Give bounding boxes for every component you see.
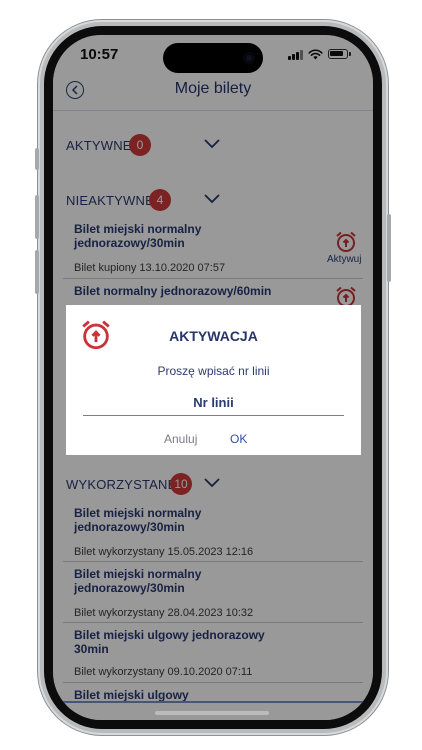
dialog-title: AKTYWACJA	[169, 328, 258, 344]
phone-volume-up-button	[35, 195, 39, 239]
phone-volume-down-button	[35, 250, 39, 294]
home-indicator[interactable]	[155, 711, 269, 715]
activation-dialog: AKTYWACJA Proszę wpisać nr linii Anuluj …	[66, 305, 361, 455]
ok-button[interactable]: OK	[230, 432, 247, 446]
tickets-screen: 10:57 Moje bilety AKTYWNE 0 NIEAKTYWNE 4	[53, 35, 373, 720]
phone-action-button	[35, 148, 39, 170]
cancel-button[interactable]: Anuluj	[164, 432, 197, 446]
line-number-input[interactable]	[83, 389, 344, 416]
phone-power-button	[387, 214, 391, 282]
dialog-message: Proszę wpisać nr linii	[157, 364, 270, 378]
phone-screen: 10:57 Moje bilety AKTYWNE 0 NIEAKTYWNE 4	[53, 35, 373, 720]
